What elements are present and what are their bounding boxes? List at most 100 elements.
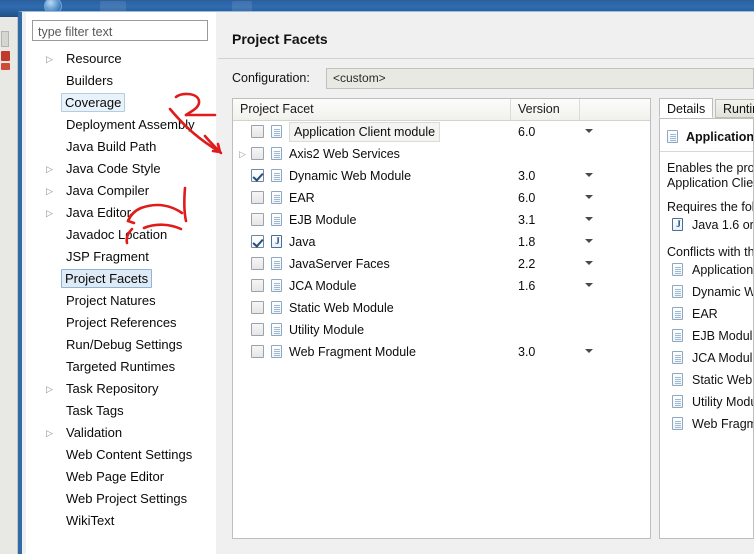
sidebar-item-project-natures[interactable]: Project Natures [26,290,216,312]
chevron-right-icon[interactable]: ▷ [46,202,56,224]
table-row[interactable]: Application Client module 6.0 [233,121,650,143]
details-heading-row: Application Clie [660,125,753,149]
sidebar-item-label: Resource [66,51,122,66]
sidebar-item-validation[interactable]: ▷ Validation [26,422,216,444]
facet-icon [271,257,282,270]
facet-checkbox[interactable] [251,235,264,248]
conflicts-item: EJB Module [660,325,753,347]
chevron-down-icon[interactable] [585,349,593,353]
tab-details[interactable]: Details [659,98,714,118]
sidebar-item-java-editor[interactable]: ▷ Java Editor [26,202,216,224]
chevron-down-icon[interactable] [585,261,593,265]
sidebar-item-web-page-editor[interactable]: Web Page Editor [26,466,216,488]
facet-checkbox[interactable] [251,191,264,204]
project-facet-table[interactable]: Project Facet Version Application Client… [232,98,651,539]
table-row[interactable]: EJB Module 3.1 [233,209,650,231]
table-row[interactable]: Utility Module [233,319,650,341]
chevron-down-icon[interactable] [585,129,593,133]
facet-checkbox[interactable] [251,323,264,336]
sidebar-item-label: Coverage [61,93,126,112]
facet-checkbox[interactable] [251,257,264,270]
filter-input[interactable] [32,20,208,41]
column-header-blank[interactable] [580,99,650,120]
facet-icon [271,301,282,314]
facet-version: 6.0 [518,191,536,205]
facet-icon [271,147,282,160]
sidebar-item-builders[interactable]: Builders [26,70,216,92]
facet-checkbox[interactable] [251,345,264,358]
facet-checkbox[interactable] [251,147,264,160]
facet-icon [672,285,683,298]
sidebar-item-coverage[interactable]: Coverage [26,92,216,114]
facet-icon [667,130,678,143]
chevron-down-icon[interactable] [585,239,593,243]
sidebar-item-web-content-settings[interactable]: Web Content Settings [26,444,216,466]
sidebar-item-task-tags[interactable]: Task Tags [26,400,216,422]
sidebar-item-resource[interactable]: ▷ Resource [26,48,216,70]
detail-item-label: Java 1.6 or new [692,218,754,232]
facet-checkbox[interactable] [251,213,264,226]
sidebar-item-project-references[interactable]: Project References [26,312,216,334]
facet-icon [271,279,282,292]
configuration-label: Configuration: [232,71,310,85]
facet-checkbox[interactable] [251,125,264,138]
sidebar-item-project-facets[interactable]: Project Facets [26,268,216,290]
background-view-tab-icon [1,31,9,47]
chevron-right-icon[interactable]: ▷ [46,422,56,444]
sidebar-item-java-compiler[interactable]: ▷ Java Compiler [26,180,216,202]
sidebar-item-run-debug-settings[interactable]: Run/Debug Settings [26,334,216,356]
requires-item: Java 1.6 or new [660,214,753,236]
table-row[interactable]: Web Fragment Module 3.0 [233,341,650,363]
chevron-down-icon[interactable] [585,217,593,221]
details-content: Application Clie Enables the project App… [659,118,754,539]
detail-item-label: Utility Module [692,395,753,409]
sidebar-item-label: Project References [66,315,177,330]
table-row[interactable]: JavaServer Faces 2.2 [233,253,650,275]
table-row[interactable]: Dynamic Web Module 3.0 [233,165,650,187]
column-header-project-facet[interactable]: Project Facet [233,99,511,120]
configuration-combo[interactable]: <custom> [326,68,754,89]
facet-version: 6.0 [518,125,536,139]
table-row[interactable]: JCA Module 1.6 [233,275,650,297]
chevron-right-icon[interactable]: ▷ [46,180,56,202]
sidebar-item-label: Builders [66,73,113,88]
sidebar-item-label: WikiText [66,513,115,528]
sidebar-item-jsp-fragment[interactable]: JSP Fragment [26,246,216,268]
facet-checkbox[interactable] [251,169,264,182]
details-description-line1: Enables the project [667,161,754,175]
sidebar-item-web-project-settings[interactable]: Web Project Settings [26,488,216,510]
table-row[interactable]: Static Web Module [233,297,650,319]
column-header-version[interactable]: Version [511,99,580,120]
sidebar-item-deployment-assembly[interactable]: Deployment Assembly [26,114,216,136]
chevron-down-icon[interactable] [585,283,593,287]
sidebar-item-java-build-path[interactable]: Java Build Path [26,136,216,158]
facet-name: JavaServer Faces [289,257,390,271]
chevron-down-icon[interactable] [585,173,593,177]
details-conflicts-list: Application Clie Dynamic Web M EAR EJB Modu… [660,259,753,435]
facet-checkbox[interactable] [251,301,264,314]
facet-icon [672,417,683,430]
sidebar-item-wikitext[interactable]: WikiText [26,510,216,532]
chevron-down-icon[interactable] [585,195,593,199]
sidebar-item-javadoc-location[interactable]: Javadoc Location [26,224,216,246]
settings-tree-pane: ▷ Resource Builders Coverage Deployment Asse… [26,12,216,554]
chevron-right-icon[interactable]: ▷ [46,158,56,180]
title-divider [218,58,754,59]
facet-icon [672,395,683,408]
sidebar-item-label: Javadoc Location [66,227,168,242]
facet-checkbox[interactable] [251,279,264,292]
sidebar-item-label: Java Code Style [66,161,161,176]
settings-tree-list[interactable]: ▷ Resource Builders Coverage Deployment Asse… [26,48,216,554]
sidebar-item-targeted-runtimes[interactable]: Targeted Runtimes [26,356,216,378]
chevron-right-icon[interactable]: ▷ [46,48,56,70]
facet-name: Application Client module [289,122,441,142]
sidebar-item-task-repository[interactable]: ▷ Task Repository [26,378,216,400]
tab-runtimes[interactable]: Runtimes [715,99,754,118]
chevron-right-icon[interactable]: ▷ [239,143,249,165]
table-row[interactable]: Java 1.8 [233,231,650,253]
facet-icon [271,169,282,182]
sidebar-item-java-code-style[interactable]: ▷ Java Code Style [26,158,216,180]
table-row[interactable]: ▷ Axis2 Web Services [233,143,650,165]
table-row[interactable]: EAR 6.0 [233,187,650,209]
chevron-right-icon[interactable]: ▷ [46,378,56,400]
